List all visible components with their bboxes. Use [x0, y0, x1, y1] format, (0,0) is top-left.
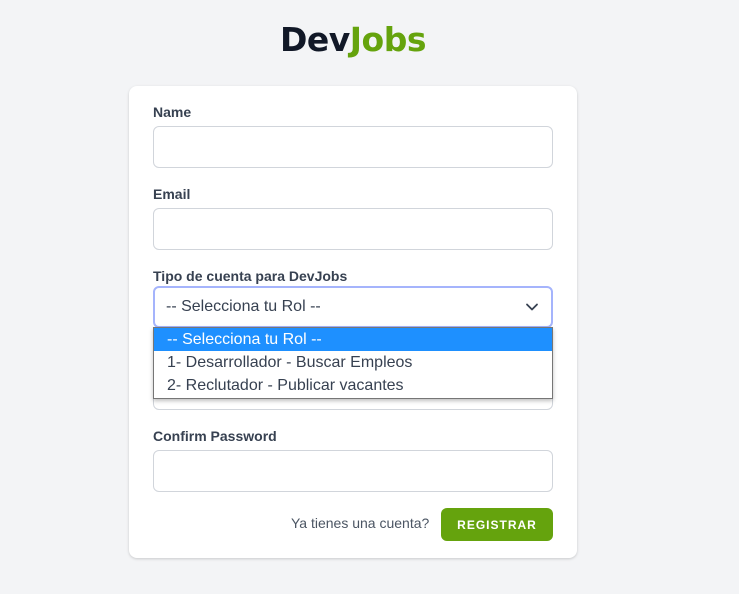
- email-input[interactable]: [153, 208, 553, 250]
- role-select-value: -- Selecciona tu Rol --: [166, 298, 321, 315]
- confirm-password-label: Confirm Password: [153, 428, 277, 444]
- logo-dev-text: Dev: [279, 20, 350, 59]
- chevron-down-icon: [526, 303, 538, 311]
- role-option-developer[interactable]: 1- Desarrollador - Buscar Empleos: [154, 351, 552, 374]
- name-label: Name: [153, 104, 192, 120]
- role-option-recruiter[interactable]: 2- Reclutador - Publicar vacantes: [154, 374, 552, 397]
- app-logo: DevJobs: [0, 20, 706, 59]
- register-form-card: Name Email Tipo de cuenta para DevJobs -…: [129, 86, 577, 558]
- name-input[interactable]: [153, 126, 553, 168]
- role-dropdown-list: -- Selecciona tu Rol -- 1- Desarrollador…: [153, 327, 553, 399]
- logo-jobs-text: Jobs: [349, 20, 427, 59]
- register-button[interactable]: REGISTRAR: [441, 508, 553, 541]
- confirm-password-input[interactable]: [153, 450, 553, 492]
- role-label: Tipo de cuenta para DevJobs: [153, 268, 348, 284]
- login-link[interactable]: Ya tienes una cuenta?: [291, 515, 429, 531]
- role-select[interactable]: -- Selecciona tu Rol --: [153, 286, 553, 328]
- email-label: Email: [153, 186, 191, 202]
- role-option-placeholder[interactable]: -- Selecciona tu Rol --: [154, 328, 552, 351]
